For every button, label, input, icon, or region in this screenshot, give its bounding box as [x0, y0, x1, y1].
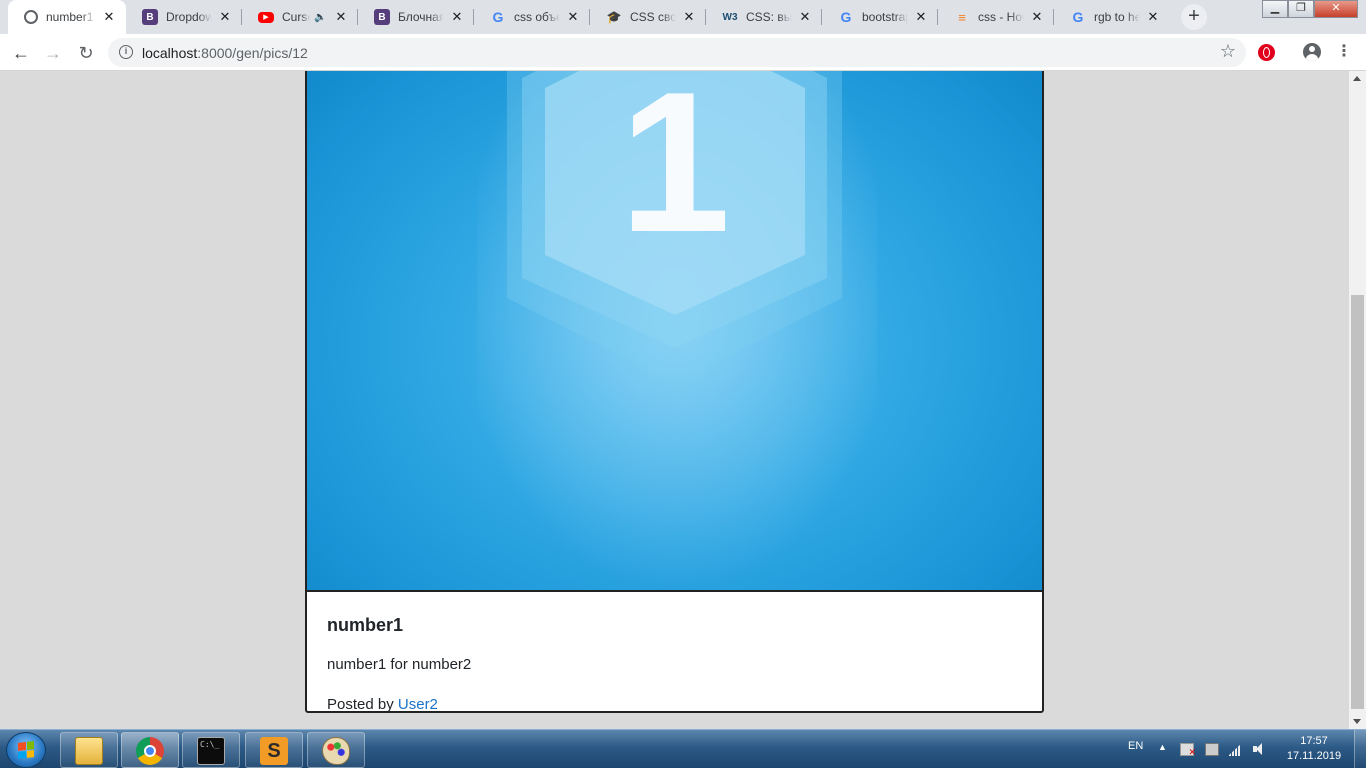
hexagon-badge-graphic: 1 [477, 71, 877, 590]
new-tab-button[interactable]: + [1181, 4, 1207, 30]
clock-time: 17:57 [1300, 735, 1328, 747]
file-explorer-icon [75, 737, 103, 765]
graduation-cap-icon: 🎓 [606, 10, 622, 24]
close-icon[interactable]: ✕ [450, 10, 464, 24]
url-text[interactable]: localhost:8000/gen/pics/12 [142, 45, 308, 61]
paint-icon [322, 737, 350, 765]
post-card: 1 number1 number1 for number2 Posted by … [305, 71, 1044, 713]
window-controls: ▁ ❐ ✕ [1262, 0, 1358, 18]
tab-css-how[interactable]: ≡ css - How ✕ [938, 0, 1054, 34]
opera-extension-icon[interactable] [1258, 44, 1275, 61]
taskbar-app-sublime[interactable]: S [245, 732, 303, 768]
google-icon: G [492, 9, 504, 25]
post-image: 1 [307, 71, 1042, 592]
close-icon[interactable]: ✕ [914, 10, 928, 24]
tab-css-align[interactable]: W3 CSS: выр ✕ [706, 0, 822, 34]
clock-date: 17.11.2019 [1286, 750, 1342, 762]
language-indicator[interactable]: EN [1128, 740, 1143, 768]
url-host: localhost [142, 45, 198, 61]
chrome-icon [136, 737, 164, 765]
close-icon[interactable]: ✕ [218, 10, 232, 24]
close-icon[interactable]: ✕ [1030, 10, 1044, 24]
taskbar-app-paint[interactable] [307, 732, 365, 768]
scrollbar-thumb[interactable] [1351, 295, 1364, 709]
tab-css-property[interactable]: 🎓 CSS свой ✕ [590, 0, 706, 34]
windows-taskbar: C:\_ S EN ▲ 17:57 17.11.2019 [0, 729, 1366, 768]
window-close-button[interactable]: ✕ [1314, 0, 1358, 18]
profile-avatar-icon[interactable] [1303, 43, 1321, 61]
tab-curse[interactable]: ▶ Curse 🔈 ✕ [242, 0, 358, 34]
youtube-icon: ▶ [258, 11, 274, 23]
tab-number1[interactable]: number1 ✕ [8, 0, 126, 34]
start-button[interactable] [6, 732, 46, 768]
bootstrap-icon: B [374, 9, 390, 25]
minimize-button[interactable]: ▁ [1262, 0, 1288, 18]
google-icon: G [840, 9, 852, 25]
close-icon[interactable]: ✕ [1146, 10, 1160, 24]
tab-title: css объек [514, 10, 560, 24]
tab-title: Curse [282, 10, 310, 24]
tab-dropdowns[interactable]: B Dropdowns ✕ [126, 0, 242, 34]
maximize-button[interactable]: ❐ [1288, 0, 1314, 18]
posted-by-label: Posted by [327, 696, 394, 713]
globe-icon [24, 10, 38, 24]
browser-toolbar: ← → ↻ i localhost:8000/gen/pics/12 ☆ [0, 34, 1366, 71]
tab-title: number1 [46, 10, 94, 24]
tab-title: CSS: выр [746, 10, 792, 24]
taskbar-app-explorer[interactable] [60, 732, 118, 768]
tab-bootstrap[interactable]: G bootstrap ✕ [822, 0, 938, 34]
tab-title: rgb to he [1094, 10, 1140, 24]
volume-icon[interactable] [1253, 743, 1267, 756]
windows-logo-icon [18, 741, 34, 759]
url-path: :8000/gen/pics/12 [197, 45, 308, 61]
tray-expand-icon[interactable]: ▲ [1158, 742, 1167, 768]
google-icon: G [1072, 9, 1084, 25]
page-viewport: 1 number1 number1 for number2 Posted by … [0, 71, 1349, 729]
post-title: number1 [327, 615, 404, 635]
speaker-icon[interactable]: 🔈 [314, 12, 328, 23]
tab-strip: number1 ✕ B Dropdowns ✕ ▶ Curse 🔈 ✕ B Бл… [0, 0, 1366, 34]
tab-title: css - How [978, 10, 1024, 24]
taskbar-app-cmd[interactable]: C:\_ [182, 732, 240, 768]
network-signal-icon[interactable] [1228, 743, 1242, 756]
close-icon[interactable]: ✕ [682, 10, 696, 24]
tab-title: CSS свой [630, 10, 676, 24]
vertical-scrollbar[interactable] [1349, 71, 1366, 729]
tab-rgb-to-hex[interactable]: G rgb to he ✕ [1054, 0, 1170, 34]
badge-number: 1 [619, 71, 730, 274]
sublime-text-icon: S [260, 737, 288, 765]
reload-icon[interactable]: ↻ [73, 40, 99, 66]
bookmark-star-icon[interactable]: ☆ [1220, 41, 1236, 62]
command-prompt-icon: C:\_ [197, 737, 225, 765]
tab-title: Блочная [398, 10, 444, 24]
action-center-flag-icon[interactable] [1180, 743, 1196, 758]
tab-css-object[interactable]: G css объек ✕ [474, 0, 590, 34]
close-icon[interactable]: ✕ [102, 10, 116, 24]
scroll-down-arrow-icon[interactable] [1353, 719, 1361, 724]
post-description: number1 for number2 [327, 656, 472, 673]
close-icon[interactable]: ✕ [334, 10, 348, 24]
system-clock[interactable]: 17:57 17.11.2019 [1278, 734, 1350, 764]
bootstrap-icon: B [142, 9, 158, 25]
back-arrow-icon[interactable]: ← [8, 40, 34, 66]
address-bar[interactable]: i localhost:8000/gen/pics/12 ☆ [108, 38, 1246, 67]
tab-title: bootstrap [862, 10, 908, 24]
tab-title: Dropdowns [166, 10, 212, 24]
taskbar-app-chrome[interactable] [121, 732, 179, 768]
forward-arrow-icon[interactable]: → [40, 40, 66, 66]
w3-icon: W3 [722, 11, 738, 23]
device-icon[interactable] [1205, 743, 1219, 756]
scroll-up-arrow-icon[interactable] [1353, 76, 1361, 81]
author-link[interactable]: User2 [398, 696, 438, 711]
info-icon[interactable]: i [119, 45, 133, 59]
show-desktop-button[interactable] [1354, 730, 1366, 768]
close-icon[interactable]: ✕ [566, 10, 580, 24]
stackoverflow-icon: ≡ [958, 9, 966, 25]
close-icon[interactable]: ✕ [798, 10, 812, 24]
kebab-menu-icon[interactable]: ⋮ [1336, 44, 1352, 60]
post-meta: Posted by User2 [327, 696, 438, 713]
tab-blochnaya[interactable]: B Блочная ✕ [358, 0, 474, 34]
